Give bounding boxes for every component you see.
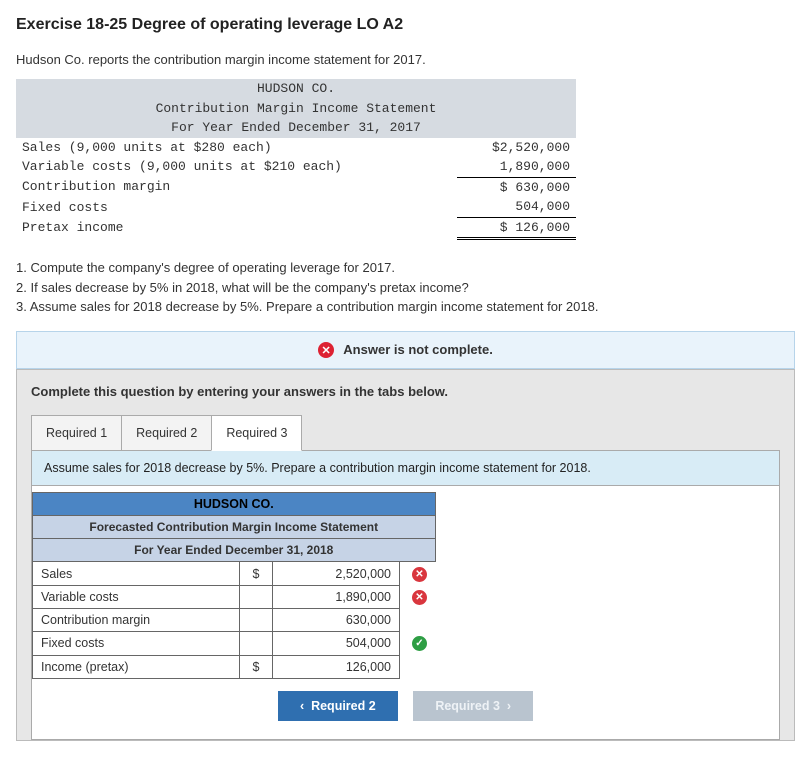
tab-required-1[interactable]: Required 1 xyxy=(31,415,122,451)
is-company: HUDSON CO. xyxy=(16,79,576,99)
is-var-amt: 1,890,000 xyxy=(457,157,577,177)
panel-instruction: Complete this question by entering your … xyxy=(31,384,780,399)
next-required-button[interactable]: Required 3 › xyxy=(413,691,533,721)
fc-inc-val[interactable]: 126,000 xyxy=(273,655,400,678)
tabs-row: Required 1 Required 2 Required 3 xyxy=(31,415,780,451)
wrong-icon: ✕ xyxy=(412,590,427,605)
fc-sales-val[interactable]: 2,520,000 xyxy=(273,562,400,586)
chevron-right-icon: › xyxy=(507,699,511,713)
prev-required-button[interactable]: ‹ Required 2 xyxy=(278,691,398,721)
nav-buttons: ‹ Required 2 Required 3 › xyxy=(32,679,779,725)
question-3: 3. Assume sales for 2018 decrease by 5%.… xyxy=(16,297,795,317)
fc-fixed-val[interactable]: 504,000 xyxy=(273,632,400,655)
is-heading-1: Contribution Margin Income Statement xyxy=(16,99,576,119)
fc-fixed-label[interactable]: Fixed costs xyxy=(33,632,240,655)
fc-cm-label[interactable]: Contribution margin xyxy=(33,609,240,632)
question-list: 1. Compute the company's degree of opera… xyxy=(16,258,795,317)
fc-cm-val[interactable]: 630,000 xyxy=(273,609,400,632)
alert-banner: ✕ Answer is not complete. xyxy=(16,331,795,370)
fc-sales-label[interactable]: Sales xyxy=(33,562,240,586)
fc-sales-cur: $ xyxy=(240,562,273,586)
is-heading-2: For Year Ended December 31, 2017 xyxy=(16,118,576,138)
fc-inc-label[interactable]: Income (pretax) xyxy=(33,655,240,678)
forecast-table: HUDSON CO. Forecasted Contribution Margi… xyxy=(32,492,436,678)
intro-text: Hudson Co. reports the contribution marg… xyxy=(16,52,795,67)
answer-panel: Complete this question by entering your … xyxy=(16,369,795,740)
prev-label: Required 2 xyxy=(311,699,376,713)
is-sales-amt: $2,520,000 xyxy=(457,138,577,158)
is-pretax-label: Pretax income xyxy=(16,217,457,239)
is-pretax-amt: $ 126,000 xyxy=(457,217,577,239)
fc-head1: Forecasted Contribution Margin Income St… xyxy=(33,516,436,539)
error-icon: ✕ xyxy=(318,342,334,358)
fc-inc-cur: $ xyxy=(240,655,273,678)
question-1: 1. Compute the company's degree of opera… xyxy=(16,258,795,278)
answer-area: HUDSON CO. Forecasted Contribution Margi… xyxy=(31,486,780,739)
is-var-label: Variable costs (9,000 units at $210 each… xyxy=(16,157,457,177)
is-fixed-amt: 504,000 xyxy=(457,197,577,217)
is-sales-label: Sales (9,000 units at $280 each) xyxy=(16,138,457,158)
page-title: Exercise 18-25 Degree of operating lever… xyxy=(16,16,795,34)
is-cm-amt: $ 630,000 xyxy=(457,177,577,197)
fc-company: HUDSON CO. xyxy=(33,493,436,516)
tab-required-2[interactable]: Required 2 xyxy=(121,415,212,451)
fc-var-val[interactable]: 1,890,000 xyxy=(273,586,400,609)
next-label: Required 3 xyxy=(435,699,500,713)
is-fixed-label: Fixed costs xyxy=(16,197,457,217)
tab-required-3[interactable]: Required 3 xyxy=(211,415,302,451)
tab-subprompt: Assume sales for 2018 decrease by 5%. Pr… xyxy=(31,450,780,486)
correct-icon: ✓ xyxy=(412,636,427,651)
chevron-left-icon: ‹ xyxy=(300,699,304,713)
alert-text: Answer is not complete. xyxy=(343,342,493,357)
is-cm-label: Contribution margin xyxy=(16,177,457,197)
income-statement-2017: HUDSON CO. Contribution Margin Income St… xyxy=(16,79,576,240)
fc-head2: For Year Ended December 31, 2018 xyxy=(33,539,436,562)
question-2: 2. If sales decrease by 5% in 2018, what… xyxy=(16,278,795,298)
fc-var-label[interactable]: Variable costs xyxy=(33,586,240,609)
wrong-icon: ✕ xyxy=(412,567,427,582)
